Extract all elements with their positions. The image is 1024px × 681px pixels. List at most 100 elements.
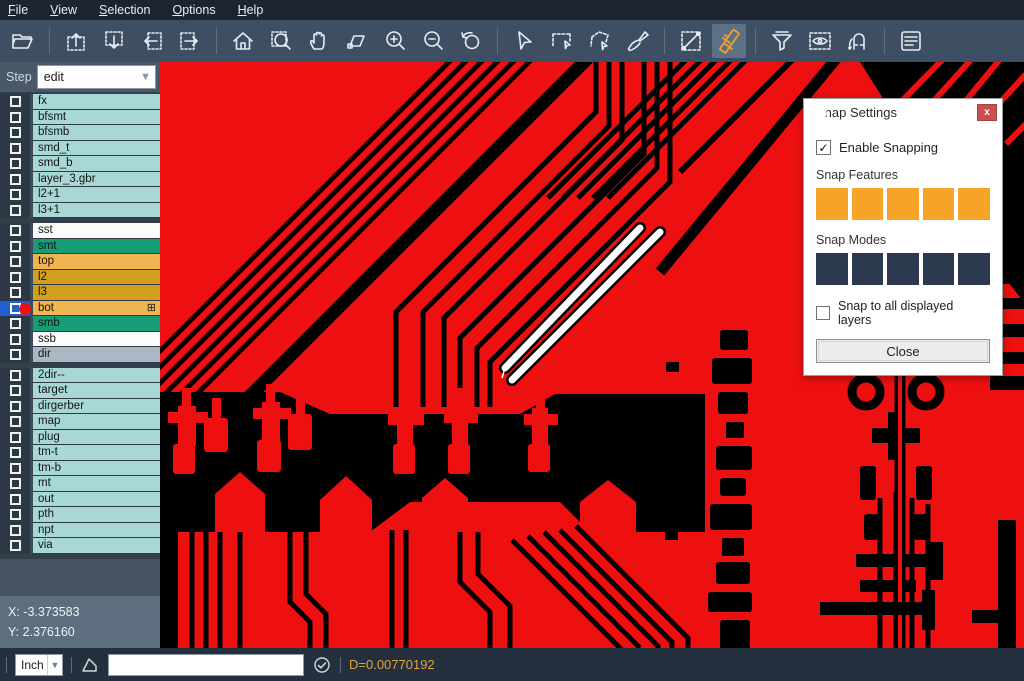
layer-checkbox-cell[interactable]	[0, 223, 30, 239]
layer-checkbox-cell[interactable]	[0, 94, 30, 110]
layer-name-cell[interactable]: via⊞	[33, 538, 160, 554]
layer-row-target[interactable]: target⊞	[0, 383, 160, 399]
layer-name-cell[interactable]: sst⊞	[33, 223, 160, 239]
feature-line-button[interactable]	[816, 188, 848, 220]
layer-visibility-checkbox[interactable]	[10, 225, 21, 236]
layer-name-cell[interactable]: 2dir--⊞	[33, 368, 160, 384]
open-file-button[interactable]	[6, 24, 40, 58]
feature-surface-button[interactable]	[887, 188, 919, 220]
layer-checkbox-cell[interactable]	[0, 368, 30, 384]
layer-checkbox-cell[interactable]	[0, 332, 30, 348]
layer-checkbox-cell[interactable]	[0, 239, 30, 255]
pan-down-button[interactable]	[97, 24, 131, 58]
close-button[interactable]: Close	[816, 339, 990, 363]
layer-visibility-checkbox[interactable]	[10, 447, 21, 458]
layer-row-l3+1[interactable]: l3+1⊞	[0, 203, 160, 219]
report-panel-button[interactable]	[894, 24, 928, 58]
layer-checkbox-cell[interactable]	[0, 203, 30, 219]
zoom-out-button[interactable]	[416, 24, 450, 58]
home-view-button[interactable]	[226, 24, 260, 58]
layer-name-cell[interactable]: smb⊞	[33, 316, 160, 332]
layer-row-tm-b[interactable]: tm-b⊞	[0, 461, 160, 477]
layer-row-top[interactable]: top⊞	[0, 254, 160, 270]
pcb-canvas[interactable]: Snap Settings x ✓ Enable Snapping Snap F…	[160, 62, 1024, 648]
layer-name-cell[interactable]: smd_t⊞	[33, 141, 160, 157]
layer-row-sst[interactable]: sst⊞	[0, 223, 160, 239]
zoom-previous-button[interactable]	[454, 24, 488, 58]
layer-visibility-checkbox[interactable]	[10, 205, 21, 216]
view-box-button[interactable]	[803, 24, 837, 58]
move-vertex-button[interactable]	[340, 24, 374, 58]
layer-name-cell[interactable]: plug⊞	[33, 430, 160, 446]
measure-ruler-button[interactable]	[712, 24, 746, 58]
layer-visibility-checkbox[interactable]	[10, 127, 21, 138]
layer-row-dir[interactable]: dir⊞	[0, 347, 160, 363]
layer-row-plug[interactable]: plug⊞	[0, 430, 160, 446]
layer-visibility-checkbox[interactable]	[10, 334, 21, 345]
layer-visibility-checkbox[interactable]	[10, 143, 21, 154]
layer-checkbox-cell[interactable]	[0, 316, 30, 332]
layer-name-cell[interactable]: fx⊞	[33, 94, 160, 110]
layer-checkbox-cell[interactable]	[0, 445, 30, 461]
feature-text-button[interactable]	[958, 188, 990, 220]
layer-row-ssb[interactable]: ssb⊞	[0, 332, 160, 348]
layer-visibility-checkbox[interactable]	[10, 158, 21, 169]
layer-visibility-checkbox[interactable]	[10, 463, 21, 474]
layer-checkbox-cell[interactable]	[0, 254, 30, 270]
layer-row-layer_3.gbr[interactable]: layer_3.gbr⊞	[0, 172, 160, 188]
menu-item-options[interactable]: Options	[172, 3, 215, 17]
layer-visibility-checkbox[interactable]	[10, 174, 21, 185]
layer-checkbox-cell[interactable]	[0, 507, 30, 523]
layer-name-cell[interactable]: tm-b⊞	[33, 461, 160, 477]
menu-item-help[interactable]: Help	[238, 3, 264, 17]
brush-button[interactable]	[621, 24, 655, 58]
layer-visibility-checkbox[interactable]	[10, 401, 21, 412]
layer-checkbox-cell[interactable]	[0, 187, 30, 203]
layer-checkbox-cell[interactable]	[0, 399, 30, 415]
layer-checkbox-cell[interactable]	[0, 110, 30, 126]
mode-center-button[interactable]	[816, 253, 848, 285]
layer-visibility-checkbox[interactable]	[10, 241, 21, 252]
layer-visibility-checkbox[interactable]	[10, 525, 21, 536]
layer-row-l2+1[interactable]: l2+1⊞	[0, 187, 160, 203]
layer-name-cell[interactable]: map⊞	[33, 414, 160, 430]
layer-row-l3[interactable]: l3⊞	[0, 285, 160, 301]
layer-name-cell[interactable]: bfsmt⊞	[33, 110, 160, 126]
layer-visibility-checkbox[interactable]	[10, 272, 21, 283]
layer-visibility-checkbox[interactable]	[10, 256, 21, 267]
layer-checkbox-cell[interactable]	[0, 461, 30, 477]
layer-name-cell[interactable]: dir⊞	[33, 347, 160, 363]
layer-checkbox-cell[interactable]	[0, 285, 30, 301]
layer-name-cell[interactable]: top⊞	[33, 254, 160, 270]
layer-name-cell[interactable]: bfsmb⊞	[33, 125, 160, 141]
dialog-titlebar[interactable]: Snap Settings x	[804, 99, 1002, 126]
layer-checkbox-cell[interactable]	[0, 430, 30, 446]
enable-snapping-checkbox[interactable]: ✓	[816, 140, 831, 155]
snap-all-layers-row[interactable]: Snap to all displayed layers	[816, 299, 990, 327]
select-rectangle-button[interactable]	[545, 24, 579, 58]
select-pointer-button[interactable]	[507, 24, 541, 58]
layer-checkbox-cell[interactable]	[0, 156, 30, 172]
zoom-in-button[interactable]	[378, 24, 412, 58]
layer-row-tm-t[interactable]: tm-t⊞	[0, 445, 160, 461]
layer-visibility-checkbox[interactable]	[10, 509, 21, 520]
layer-visibility-checkbox[interactable]	[10, 370, 21, 381]
feature-arc-button[interactable]	[923, 188, 955, 220]
layer-row-l2[interactable]: l2⊞	[0, 270, 160, 286]
menu-item-view[interactable]: View	[50, 3, 77, 17]
pan-right-button[interactable]	[173, 24, 207, 58]
layer-visibility-checkbox[interactable]	[10, 189, 21, 200]
layer-visibility-checkbox[interactable]	[10, 416, 21, 427]
menu-item-file[interactable]: File	[8, 3, 28, 17]
layer-name-cell[interactable]: out⊞	[33, 492, 160, 508]
mode-slot-a-button[interactable]	[887, 253, 919, 285]
layer-name-cell[interactable]: l3+1⊞	[33, 203, 160, 219]
layer-name-cell[interactable]: mt⊞	[33, 476, 160, 492]
layer-visibility-checkbox[interactable]	[10, 385, 21, 396]
layer-checkbox-cell[interactable]	[0, 492, 30, 508]
menu-item-selection[interactable]: Selection	[99, 3, 150, 17]
layer-row-out[interactable]: out⊞	[0, 492, 160, 508]
pan-hand-button[interactable]	[302, 24, 336, 58]
layer-visibility-checkbox[interactable]	[10, 287, 21, 298]
layer-row-smt[interactable]: smt⊞	[0, 239, 160, 255]
